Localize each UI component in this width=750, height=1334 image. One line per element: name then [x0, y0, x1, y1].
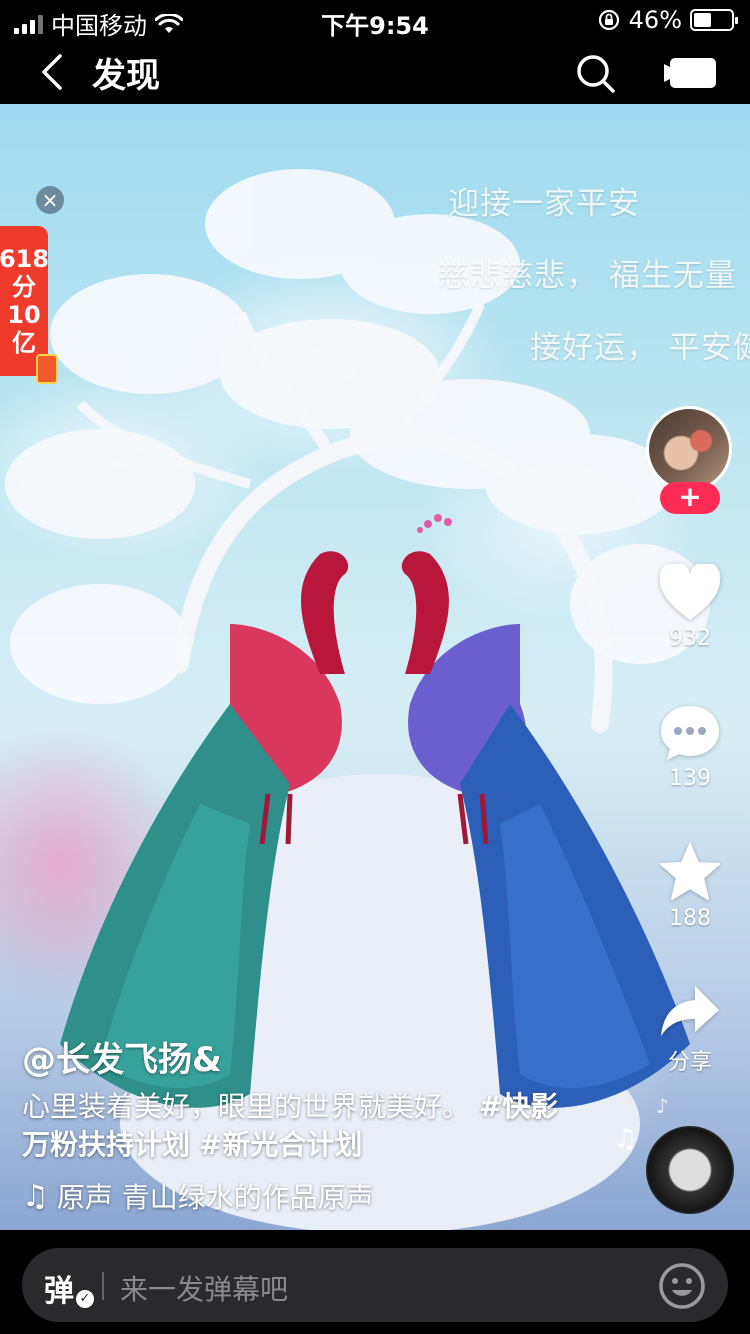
video-caption: 心里装着美好，眼里的世界就美好。 #快影万粉扶持计划 #新光合计划 — [22, 1088, 582, 1164]
music-note-icon: ♫ — [22, 1178, 49, 1214]
comment-icon — [661, 706, 719, 760]
favorite-count: 188 — [669, 906, 711, 931]
share-icon — [661, 986, 719, 1036]
music-title: 原声 青山绿水的作品原声 — [56, 1181, 374, 1214]
overlay-line-1: 迎接一家平安 — [448, 186, 640, 222]
battery-icon — [690, 9, 738, 31]
music-info[interactable]: ♫ 原声 青山绿水的作品原声 — [22, 1176, 412, 1216]
promo-badge-line: 618 — [0, 245, 50, 273]
hashtag[interactable]: #新光合计划 — [199, 1128, 362, 1161]
share-action[interactable]: 分享 — [650, 984, 730, 1076]
promo-close-button[interactable]: × — [36, 186, 64, 214]
danmaku-toggle[interactable]: 弹 ✓ — [44, 1266, 94, 1309]
check-icon: ✓ — [76, 1290, 94, 1308]
battery-fill — [694, 13, 711, 27]
danmaku-input[interactable]: 弹 ✓ 来一发弹幕吧 — [22, 1248, 728, 1322]
back-arrow-icon[interactable] — [34, 52, 74, 92]
like-action[interactable]: 932 — [650, 564, 730, 651]
nav-bar: 发现 — [0, 40, 750, 104]
promo-badge-line: 分 — [12, 273, 36, 301]
comment-count: 139 — [669, 766, 711, 791]
danmaku-bar: 弹 ✓ 来一发弹幕吧 — [0, 1230, 750, 1334]
follow-button[interactable]: + — [660, 482, 720, 514]
share-label: 分享 — [667, 1050, 712, 1075]
status-right: 46% — [597, 6, 738, 34]
battery-percent: 46% — [628, 6, 682, 34]
promo-badge-line: 亿 — [12, 329, 36, 357]
heart-icon — [659, 564, 721, 620]
rotation-lock-icon — [598, 9, 619, 31]
status-bar: 中国移动 下午9:54 46% — [0, 0, 750, 40]
favorite-action[interactable]: 188 — [650, 842, 730, 931]
overlay-line-3: 接好运， 平安健 — [530, 330, 750, 366]
emoji-icon[interactable] — [658, 1262, 706, 1310]
video-player[interactable]: 迎接一家平安 慈悲慈悲， 福生无量 接好运， 平安健 × 618 分 10 亿 … — [0, 104, 750, 1230]
search-icon[interactable] — [574, 52, 616, 94]
like-count: 932 — [669, 626, 711, 651]
author-name[interactable]: @长发飞扬& — [22, 1032, 222, 1081]
danmaku-placeholder: 来一发弹幕吧 — [120, 1273, 289, 1306]
danmaku-toggle-label: 弹 — [44, 1274, 74, 1309]
divider — [102, 1272, 104, 1300]
overlay-line-2: 慈悲慈悲， 福生无量 — [438, 258, 737, 294]
red-envelope-icon[interactable] — [36, 354, 58, 384]
camera-icon[interactable] — [664, 54, 718, 92]
floating-note-icon: ♫ — [614, 1124, 638, 1154]
caption-text: 心里装着美好，眼里的世界就美好。 — [22, 1090, 471, 1123]
music-disc[interactable] — [646, 1126, 734, 1214]
page-title: 发现 — [92, 56, 160, 96]
star-icon — [660, 843, 720, 900]
comment-action[interactable]: 139 — [650, 704, 730, 791]
promo-badge-line: 10 — [7, 301, 41, 329]
floating-note-icon: ♪ — [656, 1094, 669, 1118]
